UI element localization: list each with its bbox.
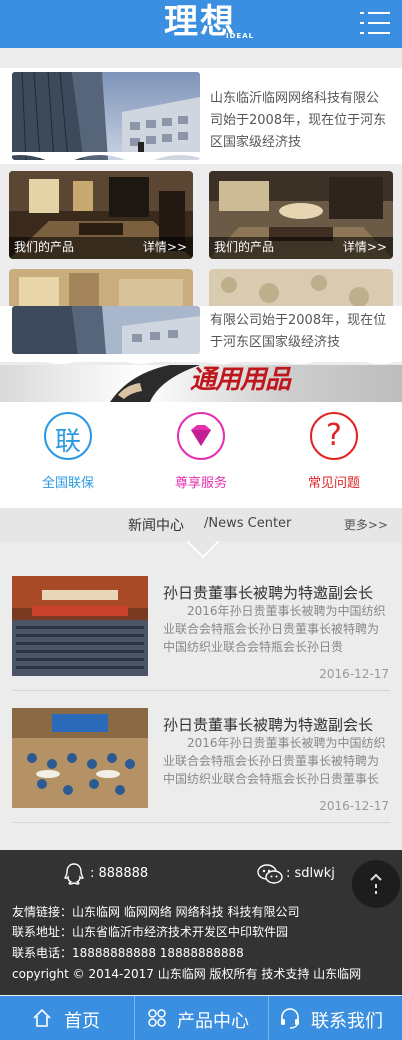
nav-label: 首页 bbox=[64, 1011, 100, 1032]
news-list: 孙日贵董事长被聘为特邀副会长 2016年孙日贵董事长被聘为中国纺织业联合会特瓶会… bbox=[0, 560, 402, 850]
wechat-icon bbox=[257, 864, 283, 884]
logo-subtext: IDEAL bbox=[226, 32, 255, 40]
news-summary: 2016年孙日贵董事长被聘为中国纺织业联合会特瓶会长孙日贵董事长被特聘为中国纺织… bbox=[163, 604, 386, 654]
friend-links[interactable]: 友情链接：山东临网 临网网络 网络科技 科技有限公司 bbox=[12, 903, 299, 920]
service-nationwide-warranty[interactable]: 联 全国联保 bbox=[8, 412, 128, 504]
news-more-link[interactable]: 更多>> bbox=[344, 516, 388, 533]
news-date: 2016-12-17 bbox=[319, 799, 389, 813]
nav-contact[interactable]: 联系我们 bbox=[269, 996, 402, 1040]
headset-icon bbox=[281, 1008, 299, 1029]
contact-phone: 联系电话：18888888888 18888888888 bbox=[12, 946, 244, 960]
product-tile-2[interactable]: 我们的产品 详情>> bbox=[209, 171, 393, 259]
arrow-up-icon bbox=[370, 873, 382, 894]
divider bbox=[12, 690, 390, 691]
clover-icon bbox=[148, 1009, 166, 1027]
product-name: 我们的产品 bbox=[14, 240, 75, 254]
lian-badge-icon: 联 bbox=[44, 412, 92, 460]
nav-products[interactable]: 产品中心 bbox=[135, 996, 269, 1040]
product-more-link[interactable]: 详情>> bbox=[343, 238, 387, 255]
building-image bbox=[12, 72, 200, 160]
product-tile-1[interactable]: 我们的产品 详情>> bbox=[9, 171, 193, 259]
nav-label: 产品中心 bbox=[177, 1011, 249, 1032]
page: 理想 IDEAL 山东临沂临网网络科技有限公司始于2008年，现在位于河东区国家… bbox=[0, 0, 402, 1040]
wave-divider bbox=[0, 152, 402, 162]
contact-address: 联系地址：山东省临沂市经济技术开发区中印软件园 bbox=[12, 925, 289, 939]
product-name: 我们的产品 bbox=[214, 240, 275, 254]
building-image-2 bbox=[12, 306, 200, 354]
intro-text-repeat: 有限公司始于2008年，现在位于河东区国家级经济技 bbox=[210, 313, 387, 350]
service-icons: 联 全国联保 尊享服务 ? 常见问题 bbox=[0, 402, 402, 508]
nav-home[interactable]: 首页 bbox=[0, 996, 134, 1040]
service-premium[interactable]: 尊享服务 bbox=[141, 412, 261, 504]
wechat-id: : sdlwkj bbox=[286, 866, 335, 881]
bottom-nav: 首页 产品中心 联系我们 bbox=[0, 996, 402, 1040]
copyright: copyright © 2014-2017 山东临网 版权所有 技术支持 山东临… bbox=[12, 967, 362, 981]
qq-icon bbox=[64, 863, 84, 885]
footer: : 888888 : sdlwkj 友情链接：山东临网 临网网络 网络科技 科技… bbox=[0, 850, 402, 995]
promo-banner[interactable]: 通用用品 bbox=[0, 365, 402, 402]
divider bbox=[12, 822, 390, 823]
hamburger-menu-icon[interactable] bbox=[360, 10, 390, 36]
news-headline: 孙日贵董事长被聘为特邀副会长 bbox=[163, 584, 374, 602]
top-header: 理想 IDEAL bbox=[0, 0, 402, 48]
news-thumbnail bbox=[12, 708, 148, 808]
product-more-link[interactable]: 详情>> bbox=[143, 238, 187, 255]
news-item[interactable]: 孙日贵董事长被聘为特邀副会长 2016年孙日贵董事长被聘为中国纺织业联合会特瓶会… bbox=[0, 576, 402, 696]
service-label: 全国联保 bbox=[41, 476, 94, 491]
news-header: 新闻中心 /News Center 更多>> bbox=[0, 508, 402, 542]
banner-text: 通用用品 bbox=[190, 365, 291, 395]
chevron-down-icon bbox=[185, 541, 221, 559]
news-title: 新闻中心 bbox=[128, 518, 184, 534]
intro-row-top: 山东临沂临网网络科技有限公司始于2008年，现在位于河东区国家级经济技 bbox=[0, 68, 402, 164]
intro-text: 山东临沂临网网络科技有限公司始于2008年，现在位于河东区国家级经济技 bbox=[210, 91, 387, 150]
diamond-icon bbox=[177, 412, 225, 460]
service-label: 尊享服务 bbox=[174, 476, 227, 491]
nav-label: 联系我们 bbox=[311, 1011, 383, 1032]
service-label: 常见问题 bbox=[307, 476, 360, 491]
news-headline: 孙日贵董事长被聘为特邀副会长 bbox=[163, 716, 374, 734]
news-title-en: /News Center bbox=[204, 516, 292, 531]
news-date: 2016-12-17 bbox=[319, 667, 389, 681]
home-icon bbox=[33, 1008, 51, 1027]
question-icon: ? bbox=[310, 412, 358, 460]
news-summary: 2016年孙日贵董事长被聘为中国纺织业联合会特瓶会长孙日贵董事长被特聘为中国纺织… bbox=[163, 736, 386, 786]
back-to-top-button[interactable] bbox=[352, 860, 400, 908]
news-item[interactable]: 孙日贵董事长被聘为特邀副会长 2016年孙日贵董事长被聘为中国纺织业联合会特瓶会… bbox=[0, 708, 402, 828]
qq-number: : 888888 bbox=[90, 866, 149, 881]
service-faq[interactable]: ? 常见问题 bbox=[274, 412, 394, 504]
intro-section: 山东临沂临网网络科技有限公司始于2008年，现在位于河东区国家级经济技 我们的产… bbox=[0, 56, 402, 406]
news-thumbnail bbox=[12, 576, 148, 676]
